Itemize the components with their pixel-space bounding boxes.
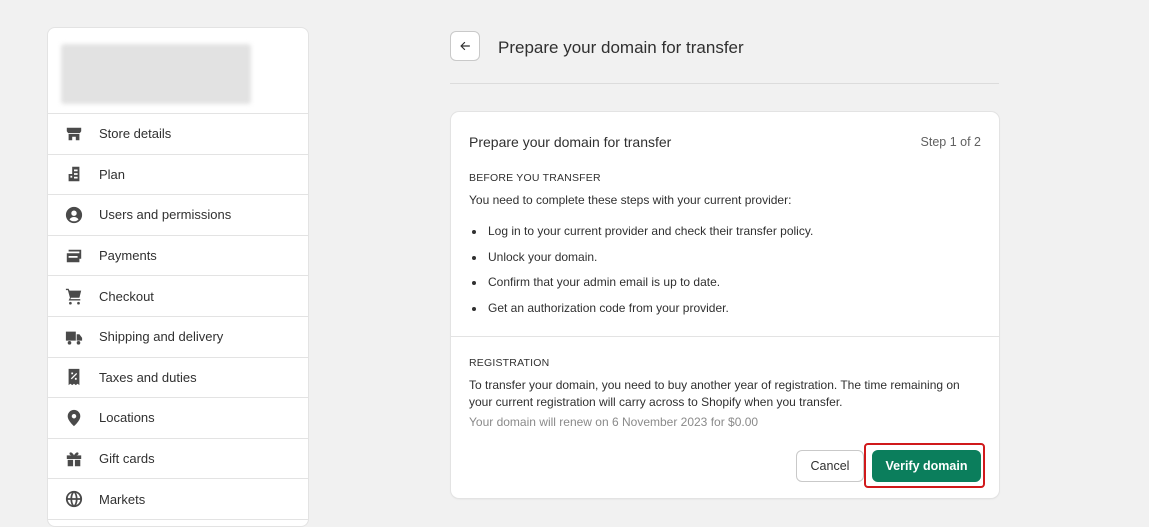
user-icon xyxy=(65,206,83,224)
card-title: Prepare your domain for transfer xyxy=(469,134,672,150)
bullet-icon xyxy=(472,230,476,234)
sidebar-item-label: Locations xyxy=(99,410,155,426)
sidebar-item-label: Taxes and duties xyxy=(99,369,197,385)
bullet-icon xyxy=(472,281,476,285)
sidebar-item-label: Store details xyxy=(99,126,172,142)
list-item-text: Confirm that your admin email is up to d… xyxy=(488,275,721,289)
sidebar-item-taxes-and-duties[interactable]: Taxes and duties xyxy=(48,358,308,399)
page-header: Prepare your domain for transfer xyxy=(450,31,999,84)
settings-sidebar: Store details Plan Users and permissions… xyxy=(47,27,309,527)
transfer-steps-list: Log in to your current provider and chec… xyxy=(469,224,813,326)
tax-icon xyxy=(65,368,83,386)
page-title: Prepare your domain for transfer xyxy=(498,38,744,57)
list-item: Log in to your current provider and chec… xyxy=(469,224,813,250)
back-button[interactable] xyxy=(450,31,480,61)
sidebar-item-label: Payments xyxy=(99,248,157,264)
sidebar-item-locations[interactable]: Locations xyxy=(48,398,308,439)
sidebar-item-label: Shipping and delivery xyxy=(99,329,224,345)
sidebar-item-label: Gift cards xyxy=(99,451,155,467)
list-item-text: Get an authorization code from your prov… xyxy=(488,300,729,315)
arrow-left-icon xyxy=(460,41,470,51)
sidebar-item-label: Markets xyxy=(99,491,146,507)
list-item: Confirm that your admin email is up to d… xyxy=(469,275,813,301)
sidebar-item-checkout[interactable]: Checkout xyxy=(48,276,308,317)
section-divider xyxy=(451,336,999,337)
sidebar-item-plan[interactable]: Plan xyxy=(48,155,308,196)
bullet-icon xyxy=(472,255,476,260)
sidebar-item-users-and-permissions[interactable]: Users and permissions xyxy=(48,195,308,236)
sidebar-item-label: Plan xyxy=(99,166,126,182)
sidebar-item-label: Checkout xyxy=(99,288,154,304)
truck-icon xyxy=(65,328,83,346)
transfer-card: Prepare your domain for transfer Step 1 … xyxy=(451,112,999,498)
registration-heading: REGISTRATION xyxy=(469,357,550,369)
cancel-button[interactable]: Cancel xyxy=(796,450,864,482)
globe-icon xyxy=(65,490,83,508)
store-icon xyxy=(65,125,83,143)
gift-icon xyxy=(65,450,83,468)
list-item: Unlock your domain. xyxy=(469,250,813,276)
sidebar-item-label: Users and permissions xyxy=(99,207,232,223)
sidebar-item-gift-cards[interactable]: Gift cards xyxy=(48,439,308,480)
list-item-text: Unlock your domain. xyxy=(488,249,598,264)
sidebar-item-markets[interactable]: Markets xyxy=(48,479,308,520)
cart-icon xyxy=(65,287,83,305)
location-pin-icon xyxy=(65,409,83,427)
list-item-text: Log in to your current provider and chec… xyxy=(488,224,814,238)
payments-icon xyxy=(65,247,83,265)
plan-icon xyxy=(65,165,83,183)
store-logo-blurred xyxy=(61,44,251,104)
registration-text: To transfer your domain, you need to buy… xyxy=(469,378,960,409)
bullet-icon xyxy=(472,306,476,311)
sidebar-item-shipping-and-delivery[interactable]: Shipping and delivery xyxy=(48,317,308,358)
before-transfer-heading: BEFORE YOU TRANSFER xyxy=(469,172,601,184)
step-indicator: Step 1 of 2 xyxy=(920,135,981,149)
store-header xyxy=(48,28,308,114)
list-item: Get an authorization code from your prov… xyxy=(469,301,813,327)
before-transfer-intro: You need to complete these steps with yo… xyxy=(469,193,792,207)
verify-domain-button[interactable]: Verify domain xyxy=(872,450,981,482)
sidebar-item-payments[interactable]: Payments xyxy=(48,236,308,277)
renewal-text: Your domain will renew on 6 November 202… xyxy=(469,415,759,429)
sidebar-item-store-details[interactable]: Store details xyxy=(48,114,308,155)
